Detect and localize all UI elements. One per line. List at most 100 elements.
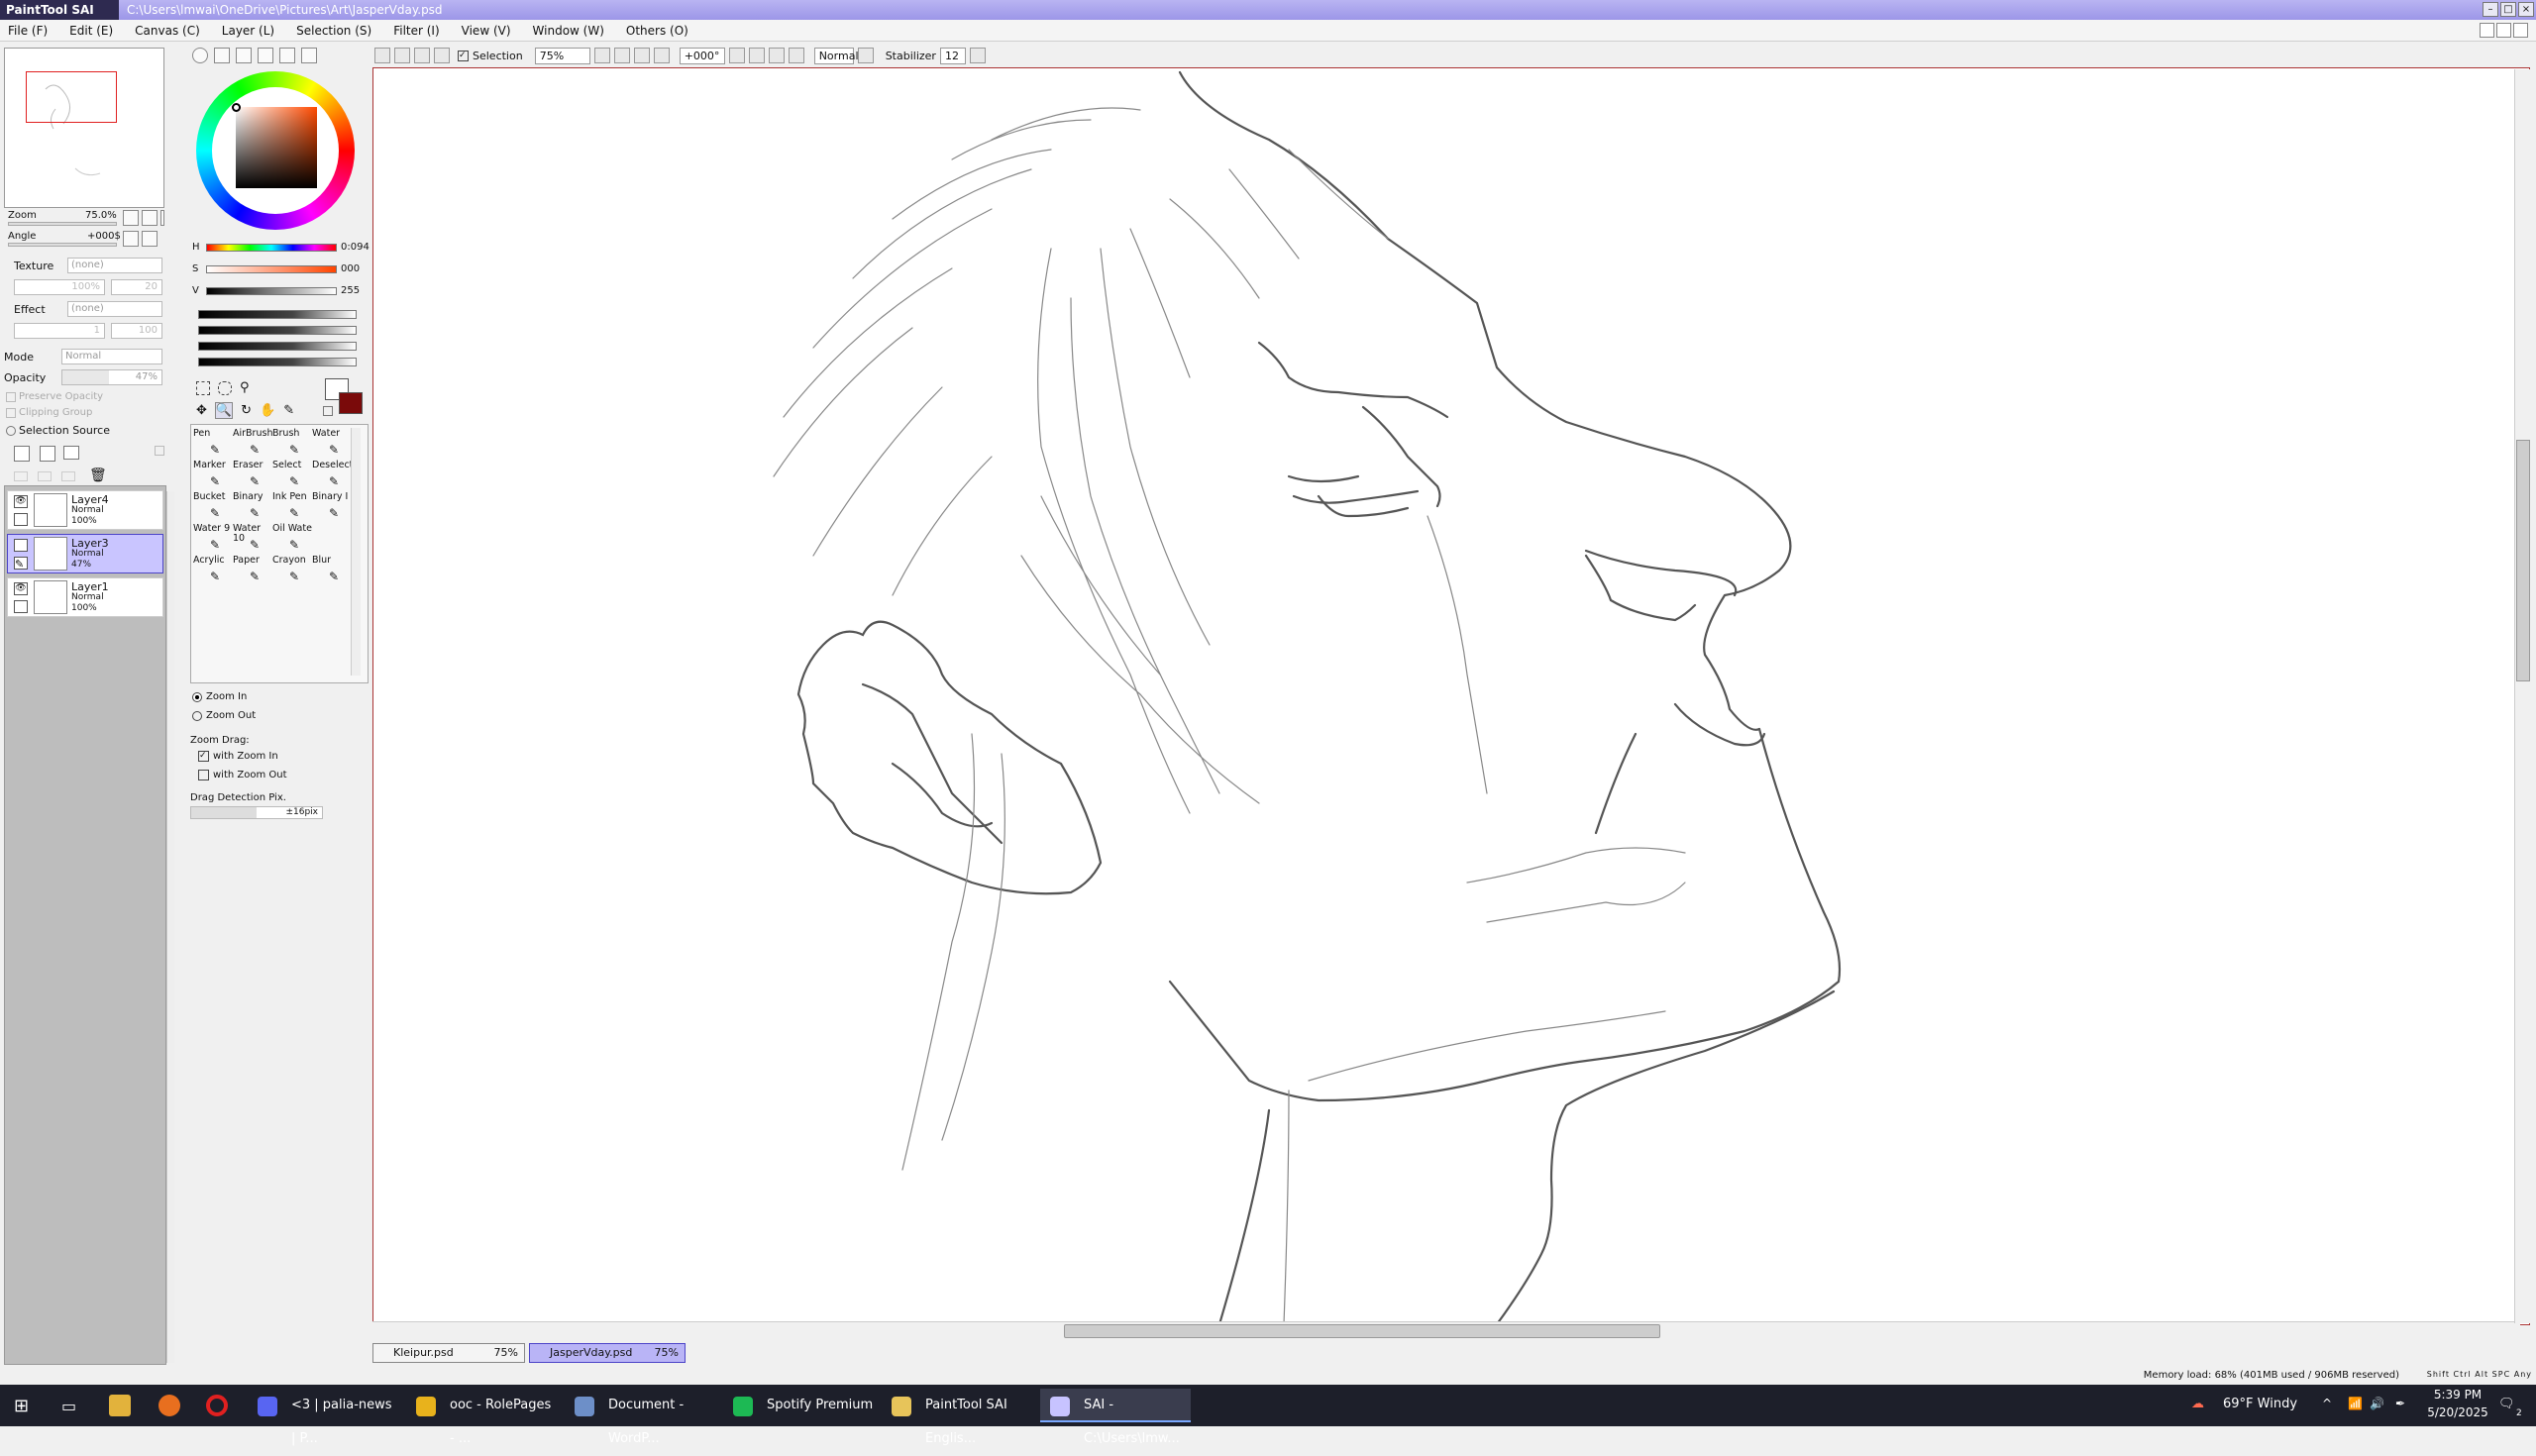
taskbar-app-spotify[interactable]: Spotify Premium: [723, 1389, 874, 1422]
hand-tool-icon[interactable]: ✋: [260, 403, 275, 418]
drawing-canvas[interactable]: [372, 67, 2530, 1326]
tool-crayon[interactable]: Crayon ✎: [272, 556, 312, 587]
move-icon[interactable]: ✥: [196, 403, 207, 418]
tool-binary-i[interactable]: Binary I ✎: [312, 492, 352, 524]
menu-edit[interactable]: Edit (E): [69, 24, 113, 38]
invert-selection-button[interactable]: [434, 48, 450, 63]
taskbar-app-wordpad[interactable]: Document - WordP...: [565, 1389, 715, 1446]
task-view-icon[interactable]: ▭: [61, 1397, 76, 1415]
menu-window[interactable]: Window (W): [533, 24, 604, 38]
hsv-slider-tab-icon[interactable]: [236, 48, 252, 63]
zoom-select[interactable]: 75%: [534, 47, 590, 64]
tool-brush[interactable]: Brush ✎: [272, 429, 312, 461]
tool-water[interactable]: Water ✎: [312, 429, 352, 461]
new-layer-icon[interactable]: [14, 446, 30, 462]
layer-item-layer3[interactable]: ✎ Layer3 Normal 47%: [7, 534, 163, 573]
selection-source-checkbox[interactable]: Selection Source: [6, 424, 110, 437]
stabilizer-select[interactable]: 12: [939, 47, 966, 64]
doc-close-button[interactable]: [2513, 23, 2528, 38]
redo-button[interactable]: [394, 48, 410, 63]
volume-icon[interactable]: 🔊: [2370, 1397, 2384, 1410]
angle-select[interactable]: +000°: [679, 47, 725, 64]
tool-water-9[interactable]: Water 9 ✎: [193, 524, 233, 556]
color-history-tab-icon[interactable]: [301, 48, 317, 63]
menu-selection[interactable]: Selection (S): [296, 24, 371, 38]
deselect-button[interactable]: [414, 48, 430, 63]
tool-eraser[interactable]: Eraser ✎: [233, 461, 272, 492]
tool-ink-pen[interactable]: Ink Pen ✎: [272, 492, 312, 524]
zoom-in-radio[interactable]: Zoom In: [192, 691, 247, 702]
zoom-slider[interactable]: [8, 222, 117, 226]
selection-checkbox[interactable]: ✓: [458, 50, 469, 61]
scale-num-field[interactable]: 20: [111, 279, 162, 295]
taskbar-app-folder[interactable]: PaintTool SAI Englis...: [882, 1389, 1032, 1446]
effect-select[interactable]: (none): [67, 301, 162, 317]
doc-tab-kleipur[interactable]: Kleipur.psd 75%: [372, 1343, 525, 1363]
brush-lock-icon[interactable]: ✎: [14, 557, 28, 571]
minimize-button[interactable]: –: [2483, 2, 2498, 17]
visibility-eye-icon[interactable]: 👁: [14, 582, 28, 595]
transfer-down-icon[interactable]: [14, 471, 28, 481]
windows-start-icon[interactable]: ⊞: [14, 1396, 29, 1416]
magic-wand-icon[interactable]: ⚲: [240, 380, 250, 395]
tool-water-10[interactable]: Water 10 ✎: [233, 524, 272, 556]
zoom-tool-icon[interactable]: 🔍: [214, 402, 234, 419]
horizontal-scroll-thumb[interactable]: [1064, 1324, 1660, 1338]
value-slider[interactable]: [206, 287, 337, 295]
zoom-out-button[interactable]: [123, 210, 139, 226]
layer-lock-icon[interactable]: [14, 600, 28, 613]
menu-canvas[interactable]: Canvas (C): [135, 24, 200, 38]
menu-layer[interactable]: Layer (L): [222, 24, 274, 38]
tool-paper[interactable]: Paper ✎: [233, 556, 272, 587]
rotate-left-button[interactable]: [123, 231, 139, 247]
taskbar-app-sai[interactable]: SAI - C:\Users\lmw...: [1040, 1389, 1191, 1446]
tool-airbrush[interactable]: AirBrush ✎: [233, 429, 272, 461]
tool-palette-scrollbar[interactable]: [351, 428, 361, 676]
with-zoom-out-checkbox[interactable]: with Zoom Out: [198, 770, 287, 780]
tool-acrylic[interactable]: Acrylic ✎: [193, 556, 233, 587]
navigator-view-frame[interactable]: [26, 71, 117, 123]
blend-dropdown-button[interactable]: [857, 48, 874, 63]
rotate-cw-button[interactable]: [768, 48, 785, 63]
clear-layer-icon[interactable]: [61, 471, 75, 481]
visibility-eye-icon[interactable]: [14, 539, 28, 552]
undo-button[interactable]: [374, 48, 390, 63]
pen-input-icon[interactable]: ✒: [2395, 1397, 2405, 1410]
store-icon[interactable]: [109, 1395, 131, 1416]
width-num-field[interactable]: 100: [111, 323, 162, 339]
tool-bucket[interactable]: Bucket ✎: [193, 492, 233, 524]
mix-slider-3[interactable]: [198, 342, 357, 351]
zoom-out-radio[interactable]: Zoom Out: [192, 710, 256, 721]
mode-select[interactable]: Normal: [61, 349, 162, 364]
clipping-group-checkbox[interactable]: Clipping Group: [6, 407, 92, 418]
secondary-color-swatch[interactable]: [339, 392, 363, 414]
saturation-slider[interactable]: [206, 265, 337, 273]
mix-slider-1[interactable]: [198, 310, 357, 319]
layer-lock-icon[interactable]: [14, 513, 28, 526]
taskbar-app-chrome[interactable]: ooc - RolePages - ...: [406, 1389, 557, 1446]
color-wheel[interactable]: [190, 65, 363, 240]
trash-icon[interactable]: 🗑: [89, 468, 107, 483]
swatches-tab-icon[interactable]: [258, 48, 273, 63]
vertical-scrollbar[interactable]: [2514, 69, 2532, 1323]
angle-dropdown-button[interactable]: [728, 48, 745, 63]
rotate-ccw-button[interactable]: [748, 48, 765, 63]
layer-item-layer1[interactable]: 👁 Layer1 Normal 100%: [7, 577, 163, 617]
rgb-slider-tab-icon[interactable]: [214, 48, 230, 63]
clock-time[interactable]: 5:39 PM: [2423, 1388, 2492, 1402]
merge-down-icon[interactable]: [38, 471, 52, 481]
scratchpad-tab-icon[interactable]: [279, 48, 295, 63]
rect-select-icon[interactable]: [196, 380, 210, 395]
close-button[interactable]: ×: [2518, 2, 2534, 17]
tool-pen[interactable]: Pen ✎: [193, 429, 233, 461]
weather-text[interactable]: 69°F Windy: [2223, 1397, 2297, 1411]
zoom-minus-button[interactable]: [613, 48, 630, 63]
layer-options-icon[interactable]: [155, 446, 164, 456]
rotate-tool-icon[interactable]: ↻: [241, 403, 252, 418]
zoom-dropdown-button[interactable]: [593, 48, 610, 63]
tool-oil-wate[interactable]: Oil Wate ✎: [272, 524, 312, 556]
scale-field[interactable]: 100%: [14, 279, 105, 295]
menu-others[interactable]: Others (O): [626, 24, 688, 38]
visibility-eye-icon[interactable]: 👁: [14, 495, 28, 508]
width-field[interactable]: 1: [14, 323, 105, 339]
